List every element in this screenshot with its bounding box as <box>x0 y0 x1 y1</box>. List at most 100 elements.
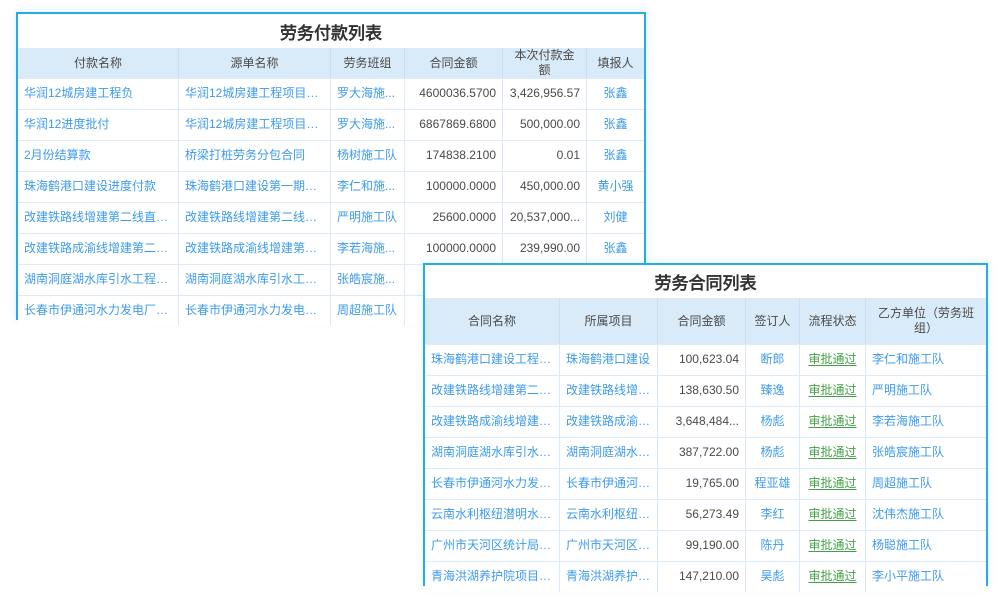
contract-name-link[interactable]: 改建铁路线增建第二线直通... <box>425 376 559 406</box>
payment-amount-value: 450,000.00 <box>502 172 586 202</box>
reporter-link[interactable]: 张鑫 <box>586 234 644 264</box>
payment-name-link[interactable]: 长春市伊通河水力发电厂改... <box>18 296 178 326</box>
party-b-team-link[interactable]: 李若海施工队 <box>865 407 986 437</box>
source-doc-link[interactable]: 改建铁路线增建第二线直... <box>178 203 330 233</box>
party-b-team-link[interactable]: 沈伟杰施工队 <box>865 500 986 530</box>
payment-name-link[interactable]: 改建铁路线增建第二线直通... <box>18 203 178 233</box>
column-header-source-doc: 源单名称 <box>178 48 330 78</box>
contract-amount-value: 147,210.00 <box>657 562 745 592</box>
flow-status-link[interactable]: 审批通过 <box>799 438 865 468</box>
payment-list-title: 劳务付款列表 <box>18 14 644 48</box>
flow-status-link[interactable]: 审批通过 <box>799 376 865 406</box>
party-b-team-link[interactable]: 张皓宸施工队 <box>865 438 986 468</box>
payment-name-link[interactable]: 珠海鹤港口建设进度付款 <box>18 172 178 202</box>
column-header-contract-amount: 合同金额 <box>657 298 745 344</box>
signer-link[interactable]: 昊彪 <box>745 562 799 592</box>
labor-team-link[interactable]: 张皓宸施... <box>330 265 404 295</box>
project-link[interactable]: 长春市伊通河水力... <box>559 469 657 499</box>
flow-status-link[interactable]: 审批通过 <box>799 345 865 375</box>
contract-amount-value: 6867869.6800 <box>404 110 502 140</box>
table-row: 珠海鹤港口建设进度付款 珠海鹤港口建设第一期进... 李仁和施... 10000… <box>18 171 644 202</box>
contract-table-header-row: 合同名称 所属项目 合同金额 签订人 流程状态 乙方单位（劳务班组） <box>425 298 986 344</box>
table-row: 改建铁路成渝线增建第二直... 改建铁路成渝线增建第二... 李若海施... 1… <box>18 233 644 264</box>
contract-amount-value: 3,648,484... <box>657 407 745 437</box>
table-row: 珠海鹤港口建设工程合作协... 珠海鹤港口建设 100,623.04 断郎 审批… <box>425 344 986 375</box>
signer-link[interactable]: 陈丹 <box>745 531 799 561</box>
signer-link[interactable]: 杨彪 <box>745 407 799 437</box>
party-b-team-link[interactable]: 李仁和施工队 <box>865 345 986 375</box>
contract-name-link[interactable]: 长春市伊通河水力发电厂改... <box>425 469 559 499</box>
signer-link[interactable]: 程亚雄 <box>745 469 799 499</box>
payment-name-link[interactable]: 湖南洞庭湖水库引水工程施... <box>18 265 178 295</box>
flow-status-link[interactable]: 审批通过 <box>799 562 865 592</box>
project-link[interactable]: 云南水利枢纽潜明... <box>559 500 657 530</box>
table-row: 长春市伊通河水力发电厂改... 长春市伊通河水力... 19,765.00 程亚… <box>425 468 986 499</box>
source-doc-link[interactable]: 改建铁路成渝线增建第二... <box>178 234 330 264</box>
payment-amount-value: 20,537,000... <box>502 203 586 233</box>
reporter-link[interactable]: 张鑫 <box>586 141 644 171</box>
contract-name-link[interactable]: 珠海鹤港口建设工程合作协... <box>425 345 559 375</box>
reporter-link[interactable]: 刘健 <box>586 203 644 233</box>
flow-status-link[interactable]: 审批通过 <box>799 531 865 561</box>
project-link[interactable]: 改建铁路线增建第... <box>559 376 657 406</box>
payment-amount-value: 3,426,956.57 <box>502 79 586 109</box>
payment-table-header-row: 付款名称 源单名称 劳务班组 合同金额 本次付款金额 填报人 <box>18 48 644 78</box>
payment-name-link[interactable]: 改建铁路成渝线增建第二直... <box>18 234 178 264</box>
payment-name-link[interactable]: 2月份结算款 <box>18 141 178 171</box>
table-row: 华润12城房建工程负 华润12城房建工程项目泥... 罗大海施... 46000… <box>18 78 644 109</box>
payment-amount-value: 500,000.00 <box>502 110 586 140</box>
signer-link[interactable]: 李红 <box>745 500 799 530</box>
party-b-team-link[interactable]: 周超施工队 <box>865 469 986 499</box>
payment-name-link[interactable]: 华润12进度批付 <box>18 110 178 140</box>
signer-link[interactable]: 杨彪 <box>745 438 799 468</box>
source-doc-link[interactable]: 长春市伊通河水力发电厂... <box>178 296 330 326</box>
contract-amount-value: 100000.0000 <box>404 172 502 202</box>
column-header-project: 所属项目 <box>559 298 657 344</box>
flow-status-link[interactable]: 审批通过 <box>799 469 865 499</box>
signer-link[interactable]: 断郎 <box>745 345 799 375</box>
contract-amount-value: 174838.2100 <box>404 141 502 171</box>
contract-name-link[interactable]: 青海洪湖养护院项目外墙涂... <box>425 562 559 592</box>
source-doc-link[interactable]: 华润12城房建工程项目泥... <box>178 79 330 109</box>
project-link[interactable]: 改建铁路成渝线增... <box>559 407 657 437</box>
project-link[interactable]: 湖南洞庭湖水库引... <box>559 438 657 468</box>
source-doc-link[interactable]: 珠海鹤港口建设第一期进... <box>178 172 330 202</box>
flow-status-link[interactable]: 审批通过 <box>799 407 865 437</box>
column-header-flow-status: 流程状态 <box>799 298 865 344</box>
labor-team-link[interactable]: 李若海施... <box>330 234 404 264</box>
contract-name-link[interactable]: 改建铁路成渝线增建第二直... <box>425 407 559 437</box>
labor-team-link[interactable]: 杨树施工队 <box>330 141 404 171</box>
source-doc-link[interactable]: 桥梁打桩劳务分包合同 <box>178 141 330 171</box>
labor-team-link[interactable]: 罗大海施... <box>330 110 404 140</box>
reporter-link[interactable]: 黄小强 <box>586 172 644 202</box>
party-b-team-link[interactable]: 李小平施工队 <box>865 562 986 592</box>
table-row: 2月份结算款 桥梁打桩劳务分包合同 杨树施工队 174838.2100 0.01… <box>18 140 644 171</box>
party-b-team-link[interactable]: 杨聪施工队 <box>865 531 986 561</box>
contract-list-window: 劳务合同列表 合同名称 所属项目 合同金额 签订人 流程状态 乙方单位（劳务班组… <box>423 263 988 586</box>
labor-team-link[interactable]: 李仁和施... <box>330 172 404 202</box>
desktop-background: 劳务付款列表 付款名称 源单名称 劳务班组 合同金额 本次付款金额 填报人 华润… <box>0 0 1000 600</box>
party-b-team-link[interactable]: 严明施工队 <box>865 376 986 406</box>
column-header-payment-name: 付款名称 <box>18 48 178 78</box>
contract-name-link[interactable]: 广州市天河区统计局机房改... <box>425 531 559 561</box>
contract-amount-value: 387,722.00 <box>657 438 745 468</box>
labor-team-link[interactable]: 严明施工队 <box>330 203 404 233</box>
project-link[interactable]: 广州市天河区统计... <box>559 531 657 561</box>
signer-link[interactable]: 臻逸 <box>745 376 799 406</box>
project-link[interactable]: 珠海鹤港口建设 <box>559 345 657 375</box>
flow-status-link[interactable]: 审批通过 <box>799 500 865 530</box>
reporter-link[interactable]: 张鑫 <box>586 110 644 140</box>
contract-amount-value: 19,765.00 <box>657 469 745 499</box>
contract-name-link[interactable]: 云南水利枢纽潜明水库一期... <box>425 500 559 530</box>
labor-team-link[interactable]: 罗大海施... <box>330 79 404 109</box>
contract-name-link[interactable]: 湖南洞庭湖水库引水工程施... <box>425 438 559 468</box>
labor-team-link[interactable]: 周超施工队 <box>330 296 404 326</box>
column-header-reporter: 填报人 <box>586 48 644 78</box>
source-doc-link[interactable]: 华润12城房建工程项目泥... <box>178 110 330 140</box>
table-row: 华润12进度批付 华润12城房建工程项目泥... 罗大海施... 6867869… <box>18 109 644 140</box>
payment-name-link[interactable]: 华润12城房建工程负 <box>18 79 178 109</box>
source-doc-link[interactable]: 湖南洞庭湖水库引水工程... <box>178 265 330 295</box>
project-link[interactable]: 青海洪湖养护院项目 <box>559 562 657 592</box>
reporter-link[interactable]: 张鑫 <box>586 79 644 109</box>
column-header-party-b-team: 乙方单位（劳务班组） <box>865 298 986 344</box>
